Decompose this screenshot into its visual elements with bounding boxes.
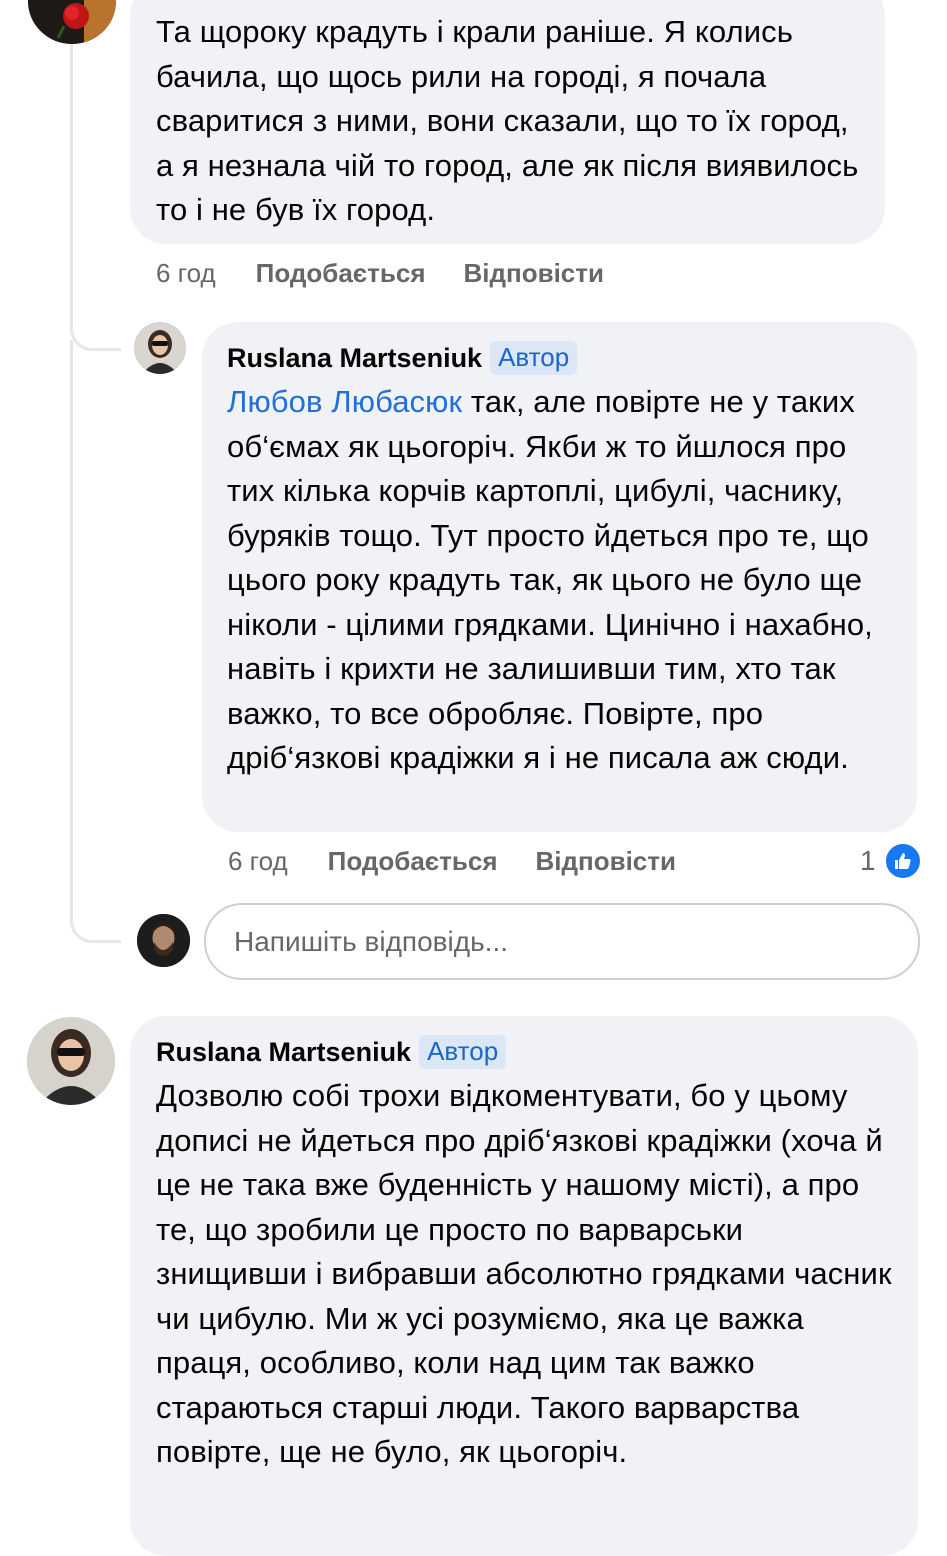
comment-actions: 6 год Подобається Відповісти [156, 255, 642, 291]
comment-text: Та щороку крадуть і крали раніше. Я коли… [156, 14, 859, 227]
woman-avatar-icon [134, 322, 186, 374]
reply-input[interactable] [232, 924, 918, 959]
rose-avatar-icon [28, 0, 116, 44]
comment-time[interactable]: 6 год [228, 846, 288, 877]
like-button[interactable]: Подобається [328, 846, 498, 877]
woman-avatar-icon [27, 1017, 115, 1105]
user-avatar[interactable] [137, 914, 190, 967]
reply-button[interactable]: Відповісти [464, 258, 604, 289]
comment-actions: 6 год Подобається Відповісти [228, 843, 714, 879]
thread-connector [70, 340, 121, 943]
like-button[interactable]: Подобається [256, 258, 426, 289]
comment-bubble: Ruslana Martseniuk Автор Дозволю собі тр… [130, 1016, 918, 1556]
author-badge: Автор [490, 341, 578, 375]
comment-bubble: Та щороку крадуть і крали раніше. Я коли… [130, 0, 885, 244]
reaction-summary[interactable]: 1 [860, 842, 922, 880]
man-avatar-icon [137, 914, 190, 967]
comment-text: Любов Любасюк так, але повірте не у таки… [227, 380, 891, 781]
author-badge: Автор [419, 1035, 507, 1069]
comment-text: Дозволю собі трохи відкоментувати, бо у … [156, 1078, 892, 1469]
author-avatar[interactable] [27, 1017, 115, 1105]
author-name[interactable]: Ruslana Martseniuk [227, 343, 482, 374]
comment-header: Ruslana Martseniuk Автор [227, 338, 891, 378]
comment-header: Ruslana Martseniuk Автор [156, 1032, 892, 1072]
mention-link[interactable]: Любов Любасюк [227, 384, 462, 419]
comment-body: так, але повірте не у таких об‘ємах як ц… [227, 384, 873, 775]
like-thumb-icon [883, 842, 922, 880]
commenter-avatar[interactable] [28, 0, 116, 44]
comment-time[interactable]: 6 год [156, 258, 216, 289]
reply-button[interactable]: Відповісти [536, 846, 676, 877]
comment-bubble: Ruslana Martseniuk Автор Любов Любасюк т… [202, 322, 917, 832]
reaction-count: 1 [860, 845, 876, 876]
reply-box[interactable] [204, 903, 920, 980]
thread-line [70, 0, 73, 310]
author-avatar[interactable] [134, 322, 186, 374]
author-name[interactable]: Ruslana Martseniuk [156, 1037, 411, 1068]
